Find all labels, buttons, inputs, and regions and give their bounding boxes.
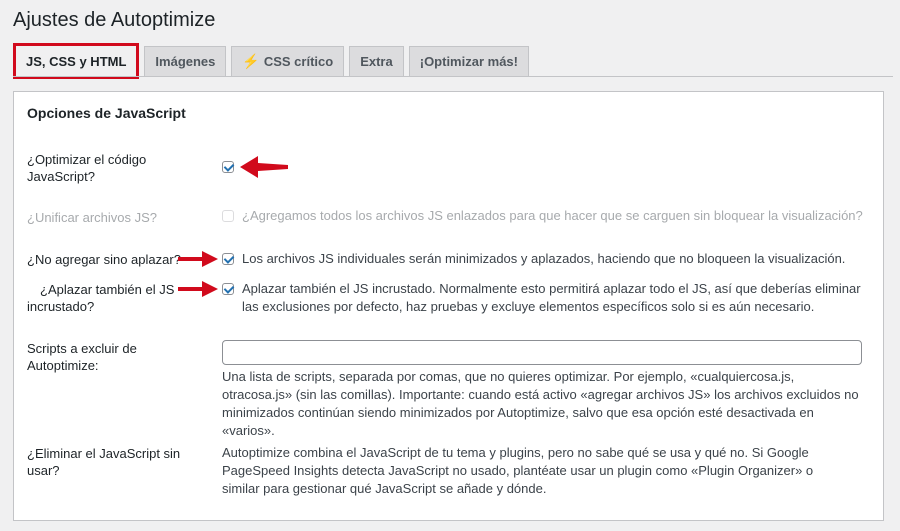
- tab-optimize-more[interactable]: ¡Optimizar más!: [408, 46, 529, 76]
- settings-panel: Opciones de JavaScript ¿Optimizar el cód…: [13, 91, 884, 521]
- defer-js-checkbox[interactable]: [222, 253, 234, 265]
- tab-label: JS, CSS y HTML: [26, 53, 127, 69]
- aggregate-js-checkbox[interactable]: [222, 210, 234, 222]
- tab-divider: [13, 76, 893, 77]
- tab-label: Extra: [360, 54, 393, 69]
- section-title: Opciones de JavaScript: [27, 105, 186, 121]
- defer-inline-label: ¿Aplazar también el JS incrustado?: [27, 282, 175, 314]
- tab-js-css-html[interactable]: JS, CSS y HTML: [13, 43, 140, 79]
- optimize-js-checkbox[interactable]: [222, 161, 234, 173]
- arrow-icon: [178, 251, 218, 267]
- defer-inline-description: Aplazar también el JS incrustado. Normal…: [242, 281, 861, 314]
- exclude-scripts-description: Una lista de scripts, separada por comas…: [222, 369, 859, 438]
- tab-critical-css[interactable]: ⚡ CSS crítico: [231, 46, 345, 76]
- defer-js-description: Los archivos JS individuales serán minim…: [242, 251, 846, 266]
- unused-js-description: Autoptimize combina el JavaScript de tu …: [222, 445, 814, 496]
- tab-extra[interactable]: Extra: [349, 46, 404, 76]
- unused-js-label: ¿Eliminar el JavaScript sin usar?: [27, 446, 181, 478]
- page-title: Ajustes de Autoptimize: [13, 9, 216, 31]
- tab-images[interactable]: Imágenes: [144, 46, 227, 76]
- defer-js-label: ¿No agregar sino aplazar?: [27, 252, 181, 267]
- arrow-icon: [240, 156, 288, 178]
- exclude-scripts-label: Scripts a excluir de Autoptimize:: [27, 341, 137, 373]
- arrow-icon: [178, 281, 218, 297]
- exclude-scripts-input[interactable]: [222, 340, 862, 365]
- defer-inline-checkbox[interactable]: [222, 283, 234, 295]
- tab-label: Imágenes: [155, 54, 216, 69]
- lightning-icon: ⚡: [242, 53, 260, 69]
- aggregate-js-label: ¿Unificar archivos JS?: [27, 210, 158, 225]
- optimize-js-label: ¿Optimizar el código JavaScript?: [27, 152, 147, 184]
- settings-tabs: JS, CSS y HTML Imágenes ⚡ CSS crítico Ex…: [13, 43, 529, 79]
- tab-label: ¡Optimizar más!: [419, 54, 518, 69]
- aggregate-js-description: ¿Agregamos todos los archivos JS enlazad…: [242, 208, 863, 223]
- tab-label: CSS crítico: [263, 54, 334, 69]
